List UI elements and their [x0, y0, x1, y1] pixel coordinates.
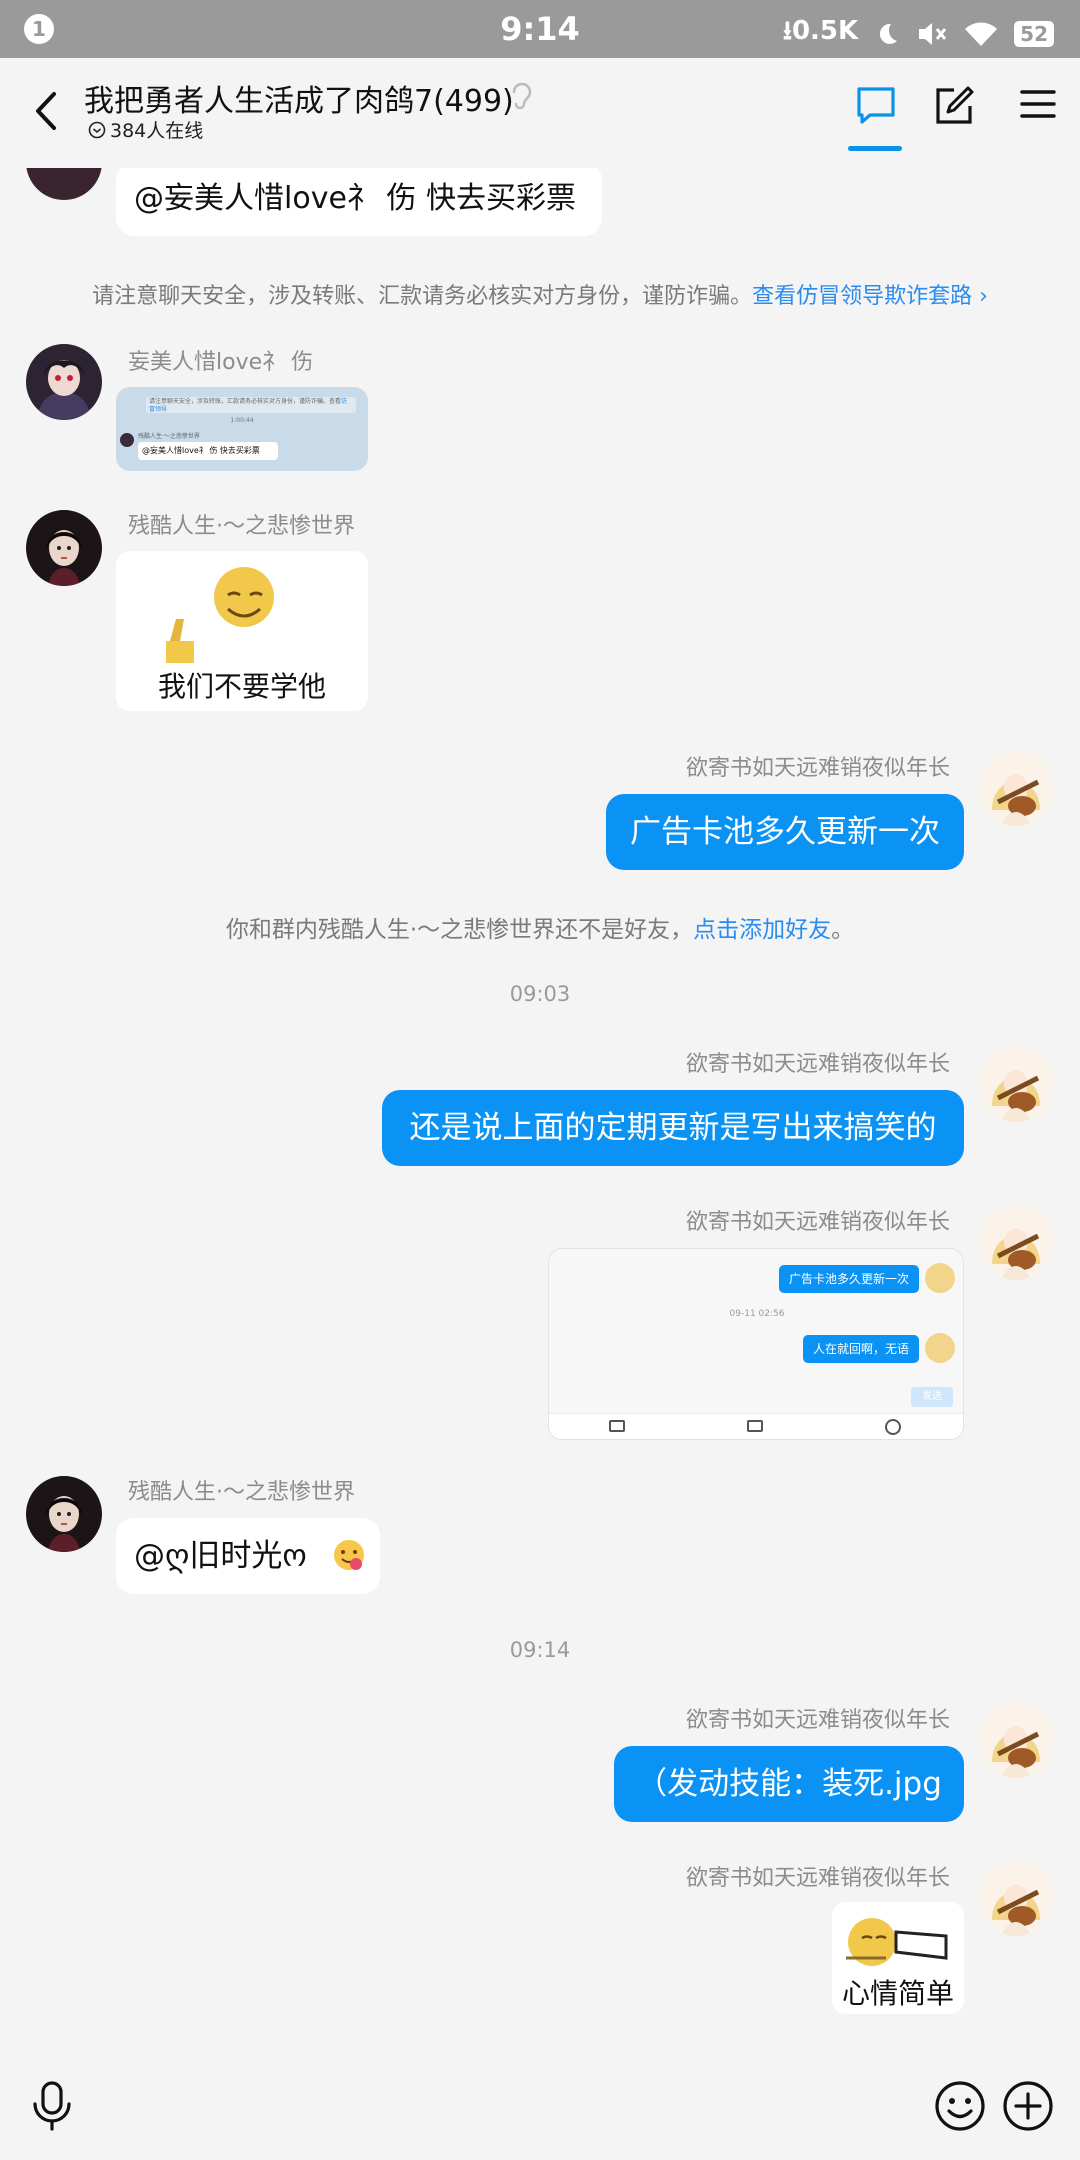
timestamp: 09:14 — [509, 1638, 571, 1662]
input-bar — [0, 2050, 1080, 2160]
chat-header: 我把勇者人生活成了肉鸽7(499) 384人在线 — [0, 58, 1080, 168]
battery-indicator: 52 — [1014, 21, 1054, 47]
sticker-image[interactable]: 心情简单 — [832, 1902, 964, 2014]
microphone-icon[interactable] — [30, 2080, 74, 2132]
message-bubble[interactable]: @ღ旧时光ო — [116, 1518, 380, 1594]
group-title[interactable]: 我把勇者人生活成了肉鸽7(499) — [84, 76, 514, 120]
mute-icon — [919, 23, 947, 45]
sender-name: 残酷人生·～之悲惨世界 — [128, 514, 355, 539]
moon-icon — [880, 23, 898, 44]
edit-icon[interactable] — [932, 84, 976, 128]
avatar[interactable] — [26, 1476, 102, 1552]
timestamp: 09:03 — [509, 982, 571, 1006]
self-avatar[interactable] — [978, 1702, 1054, 1778]
outgoing-message[interactable]: 广告卡池多久更新一次 — [606, 794, 964, 870]
add-friend-link[interactable]: 点击添加好友 — [693, 917, 831, 943]
sender-name: 欲寄书如天远难销夜似年长 — [685, 1708, 950, 1733]
sender-name: 欲寄书如天远难销夜似年长 — [685, 1052, 950, 1077]
message-list[interactable]: @妄美人惜love礻 伤 快去买彩票 请注意聊天安全，涉及转账、汇款请务必核实对… — [0, 168, 1080, 2050]
sticker-image[interactable]: 我们不要学他 — [116, 551, 368, 711]
screenshot-thumbnail[interactable]: 请注意聊天安全，涉及转账，汇款请务必核实对方身份，谨防诈骗。查看仿冒领导 1:0… — [116, 387, 368, 471]
sender-name: 妄美人惜love礻 伤 — [128, 350, 314, 375]
emoji-icon[interactable] — [934, 2080, 986, 2132]
self-avatar[interactable] — [978, 1204, 1054, 1280]
message-bubble[interactable]: @妄美人惜love礻 伤 快去买彩票 — [116, 168, 602, 236]
status-bar: 1 9:14 ⭳0.5K 52 — [0, 0, 1080, 58]
self-avatar[interactable] — [978, 1046, 1054, 1122]
avatar[interactable] — [26, 168, 102, 200]
online-count: 384人在线 — [88, 116, 203, 143]
ear-icon[interactable] — [508, 78, 536, 112]
avatar[interactable] — [26, 344, 102, 420]
wifi-icon — [965, 22, 998, 46]
avatar[interactable] — [26, 510, 102, 586]
sender-name: 欲寄书如天远难销夜似年长 — [685, 756, 950, 781]
self-avatar[interactable] — [978, 1860, 1054, 1936]
screenshot-image[interactable]: 广告卡池多久更新一次 09-11 02:56 人在就回啊，无语 发送 — [548, 1248, 964, 1440]
back-arrow-icon[interactable] — [26, 86, 66, 136]
chevron-circle-icon — [88, 121, 106, 138]
sender-name: 欲寄书如天远难销夜似年长 — [685, 1210, 950, 1235]
sender-name: 残酷人生·～之悲惨世界 — [128, 1480, 355, 1505]
outgoing-message[interactable]: 还是说上面的定期更新是写出来搞笑的 — [382, 1090, 964, 1166]
self-avatar[interactable] — [978, 750, 1054, 826]
active-tab-indicator — [848, 146, 902, 151]
plus-icon[interactable] — [1002, 2080, 1054, 2132]
safety-link[interactable]: 查看仿冒领导欺诈套路 — [752, 284, 972, 309]
emoji-face-icon — [334, 1540, 364, 1570]
friend-notice: 你和群内残酷人生·～之悲惨世界还不是好友，点击添加好友。 — [225, 917, 855, 943]
menu-icon[interactable] — [1018, 84, 1062, 128]
download-speed: ⭳0.5K — [782, 16, 859, 46]
sender-name: 欲寄书如天远难销夜似年长 — [685, 1866, 950, 1891]
safety-notice: 请注意聊天安全，涉及转账、汇款请务必核实对方身份，谨防诈骗。查看仿冒领导欺诈套路… — [92, 284, 988, 309]
outgoing-message[interactable]: （发动技能：装死.jpg — [614, 1746, 964, 1822]
chat-bubble-icon[interactable] — [854, 84, 898, 128]
